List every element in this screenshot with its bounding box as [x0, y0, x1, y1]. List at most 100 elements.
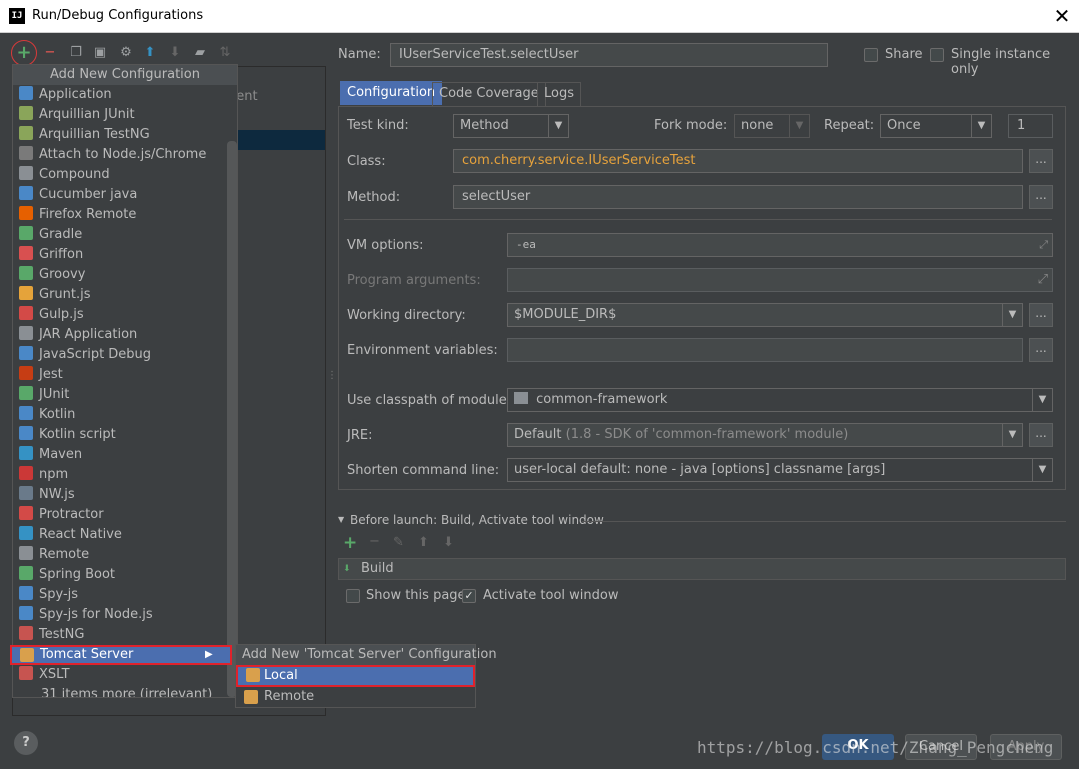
popup-item-grunt-js[interactable]: Grunt.js	[19, 285, 225, 305]
shorten-command-line-select[interactable]: user-local default: none - java [options…	[507, 458, 1053, 482]
vm-options-label: VM options:	[347, 238, 424, 253]
popup-item-cucumber-java[interactable]: Cucumber java	[19, 185, 225, 205]
add-task-button[interactable]: +	[343, 533, 357, 553]
popup-item-gradle[interactable]: Gradle	[19, 225, 225, 245]
popup-item-griffon[interactable]: Griffon	[19, 245, 225, 265]
class-browse-button[interactable]: ...	[1029, 149, 1053, 173]
popup-item-application[interactable]: Application	[19, 85, 225, 105]
classpath-module-value: common-framework	[536, 392, 668, 407]
program-arguments-field[interactable]: ⤢	[507, 268, 1053, 292]
jest-icon	[19, 366, 33, 380]
environment-variables-browse-button[interactable]: ...	[1029, 338, 1053, 362]
popup-item-npm[interactable]: npm	[19, 465, 225, 485]
popup-item-jar-application[interactable]: JAR Application	[19, 325, 225, 345]
edit-defaults-icon[interactable]: ⚙	[116, 43, 136, 63]
popup-item-firefox-remote[interactable]: Firefox Remote	[19, 205, 225, 225]
move-up-icon[interactable]: ⬆	[418, 535, 429, 550]
move-down-icon[interactable]: ⬇	[165, 43, 185, 63]
expand-icon[interactable]: ⤢	[1038, 269, 1048, 291]
tab-code-coverage[interactable]: Code Coverage	[432, 82, 546, 106]
popup-item-xslt[interactable]: XSLT	[19, 665, 225, 685]
share-checkbox[interactable]	[864, 48, 878, 62]
single-instance-checkbox[interactable]	[930, 48, 944, 62]
popup-item-jest[interactable]: Jest	[19, 365, 225, 385]
popup-item-31-items-more-irrelevant[interactable]: 31 items more (irrelevant)	[19, 685, 225, 697]
splitter-handle[interactable]: ⋮	[327, 370, 337, 381]
nwjs-icon	[19, 486, 33, 500]
popup-item-remote[interactable]: Remote	[19, 545, 225, 565]
chevron-down-icon: ▼	[1002, 424, 1022, 446]
sort-icon[interactable]: ⇅	[215, 43, 235, 63]
activate-tool-window-checkbox[interactable]: ✓	[462, 589, 476, 603]
popup-scrollbar[interactable]	[227, 141, 237, 697]
remove-configuration-button[interactable]: −	[40, 43, 60, 63]
folder-icon	[19, 166, 33, 180]
popup-item-spring-boot[interactable]: Spring Boot	[19, 565, 225, 585]
class-field[interactable]: com.cherry.service.IUserServiceTest	[453, 149, 1023, 173]
popup-item-kotlin-script[interactable]: Kotlin script	[19, 425, 225, 445]
popup-item-compound[interactable]: Compound	[19, 165, 225, 185]
shorten-command-line-value: user-local default: none - java [options…	[514, 462, 886, 477]
popup-item-gulp-js[interactable]: Gulp.js	[19, 305, 225, 325]
popup-item-javascript-debug[interactable]: JavaScript Debug	[19, 345, 225, 365]
test-kind-select[interactable]: Method ▼	[453, 114, 569, 138]
popup-item-label: Grunt.js	[39, 287, 91, 302]
method-label: Method:	[347, 190, 401, 205]
submenu-item-local[interactable]: Local	[236, 665, 475, 687]
method-browse-button[interactable]: ...	[1029, 185, 1053, 209]
popup-item-maven[interactable]: Maven	[19, 445, 225, 465]
intellij-icon: IJ	[9, 8, 25, 24]
gear-icon	[19, 446, 33, 460]
expand-icon[interactable]: ⤢	[1039, 234, 1048, 256]
popup-item-react-native[interactable]: React Native	[19, 525, 225, 545]
method-field[interactable]: selectUser	[453, 185, 1023, 209]
popup-item-arquillian-junit[interactable]: Arquillian JUnit	[19, 105, 225, 125]
popup-item-attach-to-node-js-chrome[interactable]: Attach to Node.js/Chrome	[19, 145, 225, 165]
before-launch-task-row[interactable]: ⬇ Build	[338, 558, 1066, 580]
popup-item-protractor[interactable]: Protractor	[19, 505, 225, 525]
fork-mode-select[interactable]: none ▼	[734, 114, 810, 138]
watermark: https://blog.csdn.net/Zhang_Pengcheng	[697, 738, 1054, 757]
move-up-icon[interactable]: ⬆	[140, 43, 160, 63]
edit-task-icon[interactable]: ✎	[393, 535, 404, 550]
separator	[344, 219, 1052, 220]
working-directory-browse-button[interactable]: ...	[1029, 303, 1053, 327]
application-icon	[19, 86, 33, 100]
repeat-count-field[interactable]: 1	[1008, 114, 1053, 138]
submenu-item-remote[interactable]: Remote	[236, 687, 475, 707]
popup-item-junit[interactable]: JUnit	[19, 385, 225, 405]
popup-item-tomcat-server[interactable]: Tomcat Server ▶	[10, 645, 232, 665]
add-configuration-button[interactable]: +	[11, 40, 37, 66]
jre-value: Default	[514, 427, 562, 442]
collapse-arrow-icon[interactable]: ▼	[338, 515, 344, 524]
move-down-icon[interactable]: ⬇	[443, 535, 454, 550]
popup-item-arquillian-testng[interactable]: Arquillian TestNG	[19, 125, 225, 145]
jre-select[interactable]: Default (1.8 - SDK of 'common-framework'…	[507, 423, 1023, 447]
popup-item-spy-js-for-node-js[interactable]: Spy-js for Node.js	[19, 605, 225, 625]
remove-task-button[interactable]: −	[369, 534, 380, 549]
repeat-value: Once	[887, 118, 921, 133]
popup-item-groovy[interactable]: Groovy	[19, 265, 225, 285]
jre-browse-button[interactable]: ...	[1029, 423, 1053, 447]
close-icon[interactable]: ✕	[1050, 4, 1074, 28]
popup-item-spy-js[interactable]: Spy-js	[19, 585, 225, 605]
classpath-module-label: Use classpath of module:	[347, 393, 512, 408]
vm-options-field[interactable]: -ea ⤢	[507, 233, 1053, 257]
tab-logs[interactable]: Logs	[537, 82, 581, 106]
help-icon[interactable]: ?	[14, 731, 38, 755]
chevron-down-icon: ▼	[1032, 459, 1052, 481]
working-directory-select[interactable]: $MODULE_DIR$ ▼	[507, 303, 1023, 327]
popup-item-nw-js[interactable]: NW.js	[19, 485, 225, 505]
environment-variables-field[interactable]	[507, 338, 1023, 362]
save-configuration-button[interactable]: ▣	[90, 43, 110, 63]
name-field[interactable]: IUserServiceTest.selectUser	[390, 43, 828, 67]
copy-configuration-button[interactable]: ❐	[66, 43, 86, 63]
classpath-module-select[interactable]: common-framework ▼	[507, 388, 1053, 412]
popup-item-label: JAR Application	[39, 327, 138, 342]
folder-icon[interactable]: ▰	[190, 43, 210, 63]
repeat-select[interactable]: Once ▼	[880, 114, 992, 138]
popup-item-testng[interactable]: TestNG	[19, 625, 225, 645]
show-page-checkbox[interactable]	[346, 589, 360, 603]
popup-item-kotlin[interactable]: Kotlin	[19, 405, 225, 425]
tab-configuration[interactable]: Configuration	[340, 81, 443, 105]
